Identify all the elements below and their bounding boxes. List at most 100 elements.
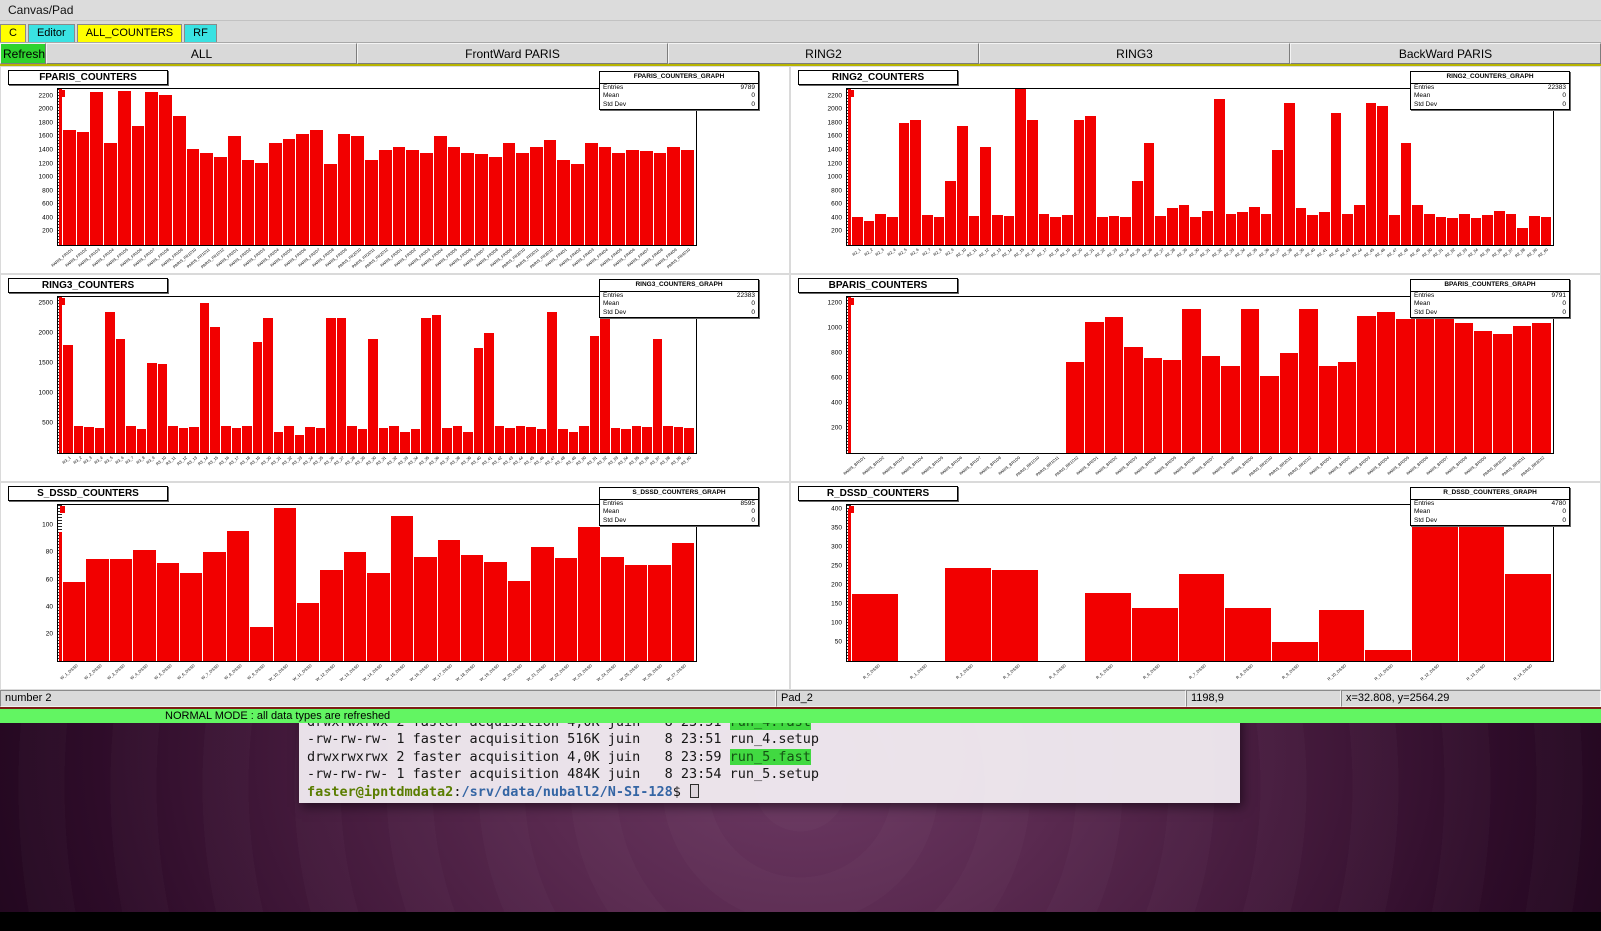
- pad-marker: [60, 90, 65, 97]
- root-canvas: FPARIS_COUNTERS FPARIS_COUNTERS_GRAPH En…: [0, 66, 1601, 690]
- stats-row-entries: Entries8595: [600, 500, 758, 509]
- stats-row-entries: Entries4780: [1411, 500, 1569, 509]
- status-field-event-number: number 2: [0, 690, 776, 707]
- x-axis-labels: R3_1R3_2R3_3R3_4R3_5R3_6R3_7R3_8R3_9R3_1…: [63, 453, 694, 479]
- section-button-ring2[interactable]: RING2: [668, 43, 979, 64]
- histogram-plot[interactable]: 20040060080010001200 PARIS_BR1D1PARIS_BR…: [846, 296, 1554, 454]
- pad-title: RING3_COUNTERS: [8, 278, 168, 293]
- bottom-black-bar: [0, 912, 1601, 931]
- stats-row-mean: Mean0: [600, 92, 758, 101]
- histogram-plot[interactable]: 50100150200250300350400 R_0_DSSDR_1_DSSD…: [846, 504, 1554, 662]
- histogram-plot[interactable]: 2004006008001000120014001600180020002200…: [846, 88, 1554, 246]
- stats-row-mean: Mean0: [600, 508, 758, 517]
- stats-title: FPARIS_COUNTERS_GRAPH: [600, 72, 758, 84]
- y-axis-labels: 50100150200250300350400: [817, 505, 844, 661]
- pad-ring2-counters[interactable]: RING2_COUNTERS RING2_COUNTERS_GRAPH Entr…: [790, 66, 1601, 274]
- first-bin-bar: [59, 297, 62, 453]
- terminal-output: drwxrwxrwx 2 faster acquisition 4,0K jui…: [307, 723, 1234, 784]
- histogram-plot[interactable]: 20406080100 W_1_DSSDW_2_DSSDW_3_DSSDW_4_…: [57, 504, 697, 662]
- stats-row-entries: Entries22383: [600, 292, 758, 301]
- mode-banner: NORMAL MODE : all data types are refresh…: [0, 709, 1601, 723]
- pad-title: S_DSSD_COUNTERS: [8, 486, 168, 501]
- pad-ring3-counters[interactable]: RING3_COUNTERS RING3_COUNTERS_GRAPH Entr…: [0, 274, 790, 482]
- pad-fparis-counters[interactable]: FPARIS_COUNTERS FPARIS_COUNTERS_GRAPH En…: [0, 66, 790, 274]
- stats-row-entries: Entries9791: [1411, 292, 1569, 301]
- stats-row-mean: Mean0: [1411, 508, 1569, 517]
- stats-row-entries: Entries22383: [1411, 84, 1569, 93]
- tab-c[interactable]: C: [0, 24, 26, 42]
- pad-marker: [849, 90, 854, 97]
- pad-marker: [849, 506, 854, 513]
- stats-box: RING3_COUNTERS_GRAPH Entries22383 Mean0 …: [599, 279, 759, 318]
- status-bar: number 2 Pad_2 1198,9 x=32.808, y=2564.2…: [0, 690, 1601, 707]
- tab-all-counters[interactable]: ALL_COUNTERS: [77, 24, 182, 42]
- tab-rf[interactable]: RF: [184, 24, 217, 42]
- terminal-cursor: [690, 784, 699, 798]
- stats-title: BPARIS_COUNTERS_GRAPH: [1411, 280, 1569, 292]
- stats-title: RING3_COUNTERS_GRAPH: [600, 280, 758, 292]
- y-axis-labels: 2004006008001000120014001600180020002200: [817, 89, 844, 245]
- tab-bar: C Editor ALL_COUNTERS RF: [0, 21, 1601, 43]
- terminal-window[interactable]: drwxrwxrwx 2 faster acquisition 4,0K jui…: [299, 723, 1240, 803]
- section-button-frontward-paris[interactable]: FrontWard PARIS: [357, 43, 668, 64]
- x-axis-labels: PARIS_FR1D1PARIS_FR1D2PARIS_FR1D3PARIS_F…: [63, 245, 694, 271]
- prompt-user-host: faster@ipntdmdata2: [307, 784, 453, 800]
- status-field-pixel-coords: 1198,9: [1186, 690, 1341, 707]
- pad-marker: [849, 298, 854, 305]
- stats-row-stddev: Std Dev0: [1411, 309, 1569, 318]
- y-axis-labels: 20406080100: [28, 505, 55, 661]
- toolbar: Refresh ALL FrontWard PARIS RING2 RING3 …: [0, 43, 1601, 64]
- stats-row-stddev: Std Dev0: [600, 101, 758, 110]
- pad-marker: [60, 506, 65, 513]
- first-bin-bar: [848, 297, 851, 453]
- prompt-suffix: $: [673, 784, 689, 800]
- histogram-bars: [63, 89, 694, 245]
- x-axis-labels: W_1_DSSDW_2_DSSDW_3_DSSDW_4_DSSDW_5_DSSD…: [63, 661, 694, 687]
- first-bin-bar: [848, 509, 851, 661]
- pad-title: R_DSSD_COUNTERS: [798, 486, 958, 501]
- histogram-plot[interactable]: 5001000150020002500 R3_1R3_2R3_3R3_4R3_5…: [57, 296, 697, 454]
- window-title: Canvas/Pad: [0, 0, 1601, 21]
- stats-box: BPARIS_COUNTERS_GRAPH Entries9791 Mean0 …: [1410, 279, 1570, 318]
- x-axis-labels: R_0_DSSDR_1_DSSDR_2_DSSDR_3_DSSDR_4_DSSD…: [852, 661, 1551, 687]
- stats-box: FPARIS_COUNTERS_GRAPH Entries9789 Mean0 …: [599, 71, 759, 110]
- stats-row-stddev: Std Dev0: [600, 517, 758, 526]
- histogram-bars: [852, 89, 1551, 245]
- status-field-data-coords: x=32.808, y=2564.29: [1341, 690, 1601, 707]
- stats-title: RING2_COUNTERS_GRAPH: [1411, 72, 1569, 84]
- refresh-button[interactable]: Refresh: [0, 43, 46, 64]
- first-bin-bar: [848, 89, 851, 245]
- histogram-bars: [63, 297, 694, 453]
- y-axis-labels: 2004006008001000120014001600180020002200: [28, 89, 55, 245]
- stats-row-entries: Entries9789: [600, 84, 758, 93]
- y-axis-labels: 20040060080010001200: [817, 297, 844, 453]
- prompt-path: /srv/data/nuball2/N-SI-128: [461, 784, 672, 800]
- stats-row-stddev: Std Dev0: [600, 309, 758, 318]
- desktop-background: drwxrwxrwx 2 faster acquisition 4,0K jui…: [0, 723, 1601, 931]
- screen: Canvas/Pad C Editor ALL_COUNTERS RF Refr…: [0, 0, 1601, 931]
- pad-marker: [60, 298, 65, 305]
- x-axis-labels: PARIS_BR1D1PARIS_BR1D2PARIS_BR1D3PARIS_B…: [852, 453, 1551, 479]
- tab-editor[interactable]: Editor: [28, 24, 75, 42]
- first-bin-bar: [59, 532, 62, 661]
- pad-s-dssd-counters[interactable]: S_DSSD_COUNTERS S_DSSD_COUNTERS_GRAPH En…: [0, 482, 790, 690]
- stats-box: S_DSSD_COUNTERS_GRAPH Entries8595 Mean0 …: [599, 487, 759, 526]
- stats-title: R_DSSD_COUNTERS_GRAPH: [1411, 488, 1569, 500]
- status-field-pad-name: Pad_2: [776, 690, 1186, 707]
- stats-title: S_DSSD_COUNTERS_GRAPH: [600, 488, 758, 500]
- section-button-backward-paris[interactable]: BackWard PARIS: [1290, 43, 1601, 64]
- pad-title: RING2_COUNTERS: [798, 70, 958, 85]
- stats-row-mean: Mean0: [1411, 300, 1569, 309]
- histogram-bars: [63, 505, 694, 661]
- histogram-plot[interactable]: 2004006008001000120014001600180020002200…: [57, 88, 697, 246]
- first-bin-bar: [59, 89, 62, 245]
- stats-row-stddev: Std Dev0: [1411, 517, 1569, 526]
- section-button-ring3[interactable]: RING3: [979, 43, 1290, 64]
- pad-r-dssd-counters[interactable]: R_DSSD_COUNTERS R_DSSD_COUNTERS_GRAPH En…: [790, 482, 1601, 690]
- stats-row-mean: Mean0: [600, 300, 758, 309]
- pad-bparis-counters[interactable]: BPARIS_COUNTERS BPARIS_COUNTERS_GRAPH En…: [790, 274, 1601, 482]
- pad-title: FPARIS_COUNTERS: [8, 70, 168, 85]
- stats-row-mean: Mean0: [1411, 92, 1569, 101]
- stats-row-stddev: Std Dev0: [1411, 101, 1569, 110]
- section-button-all[interactable]: ALL: [46, 43, 357, 64]
